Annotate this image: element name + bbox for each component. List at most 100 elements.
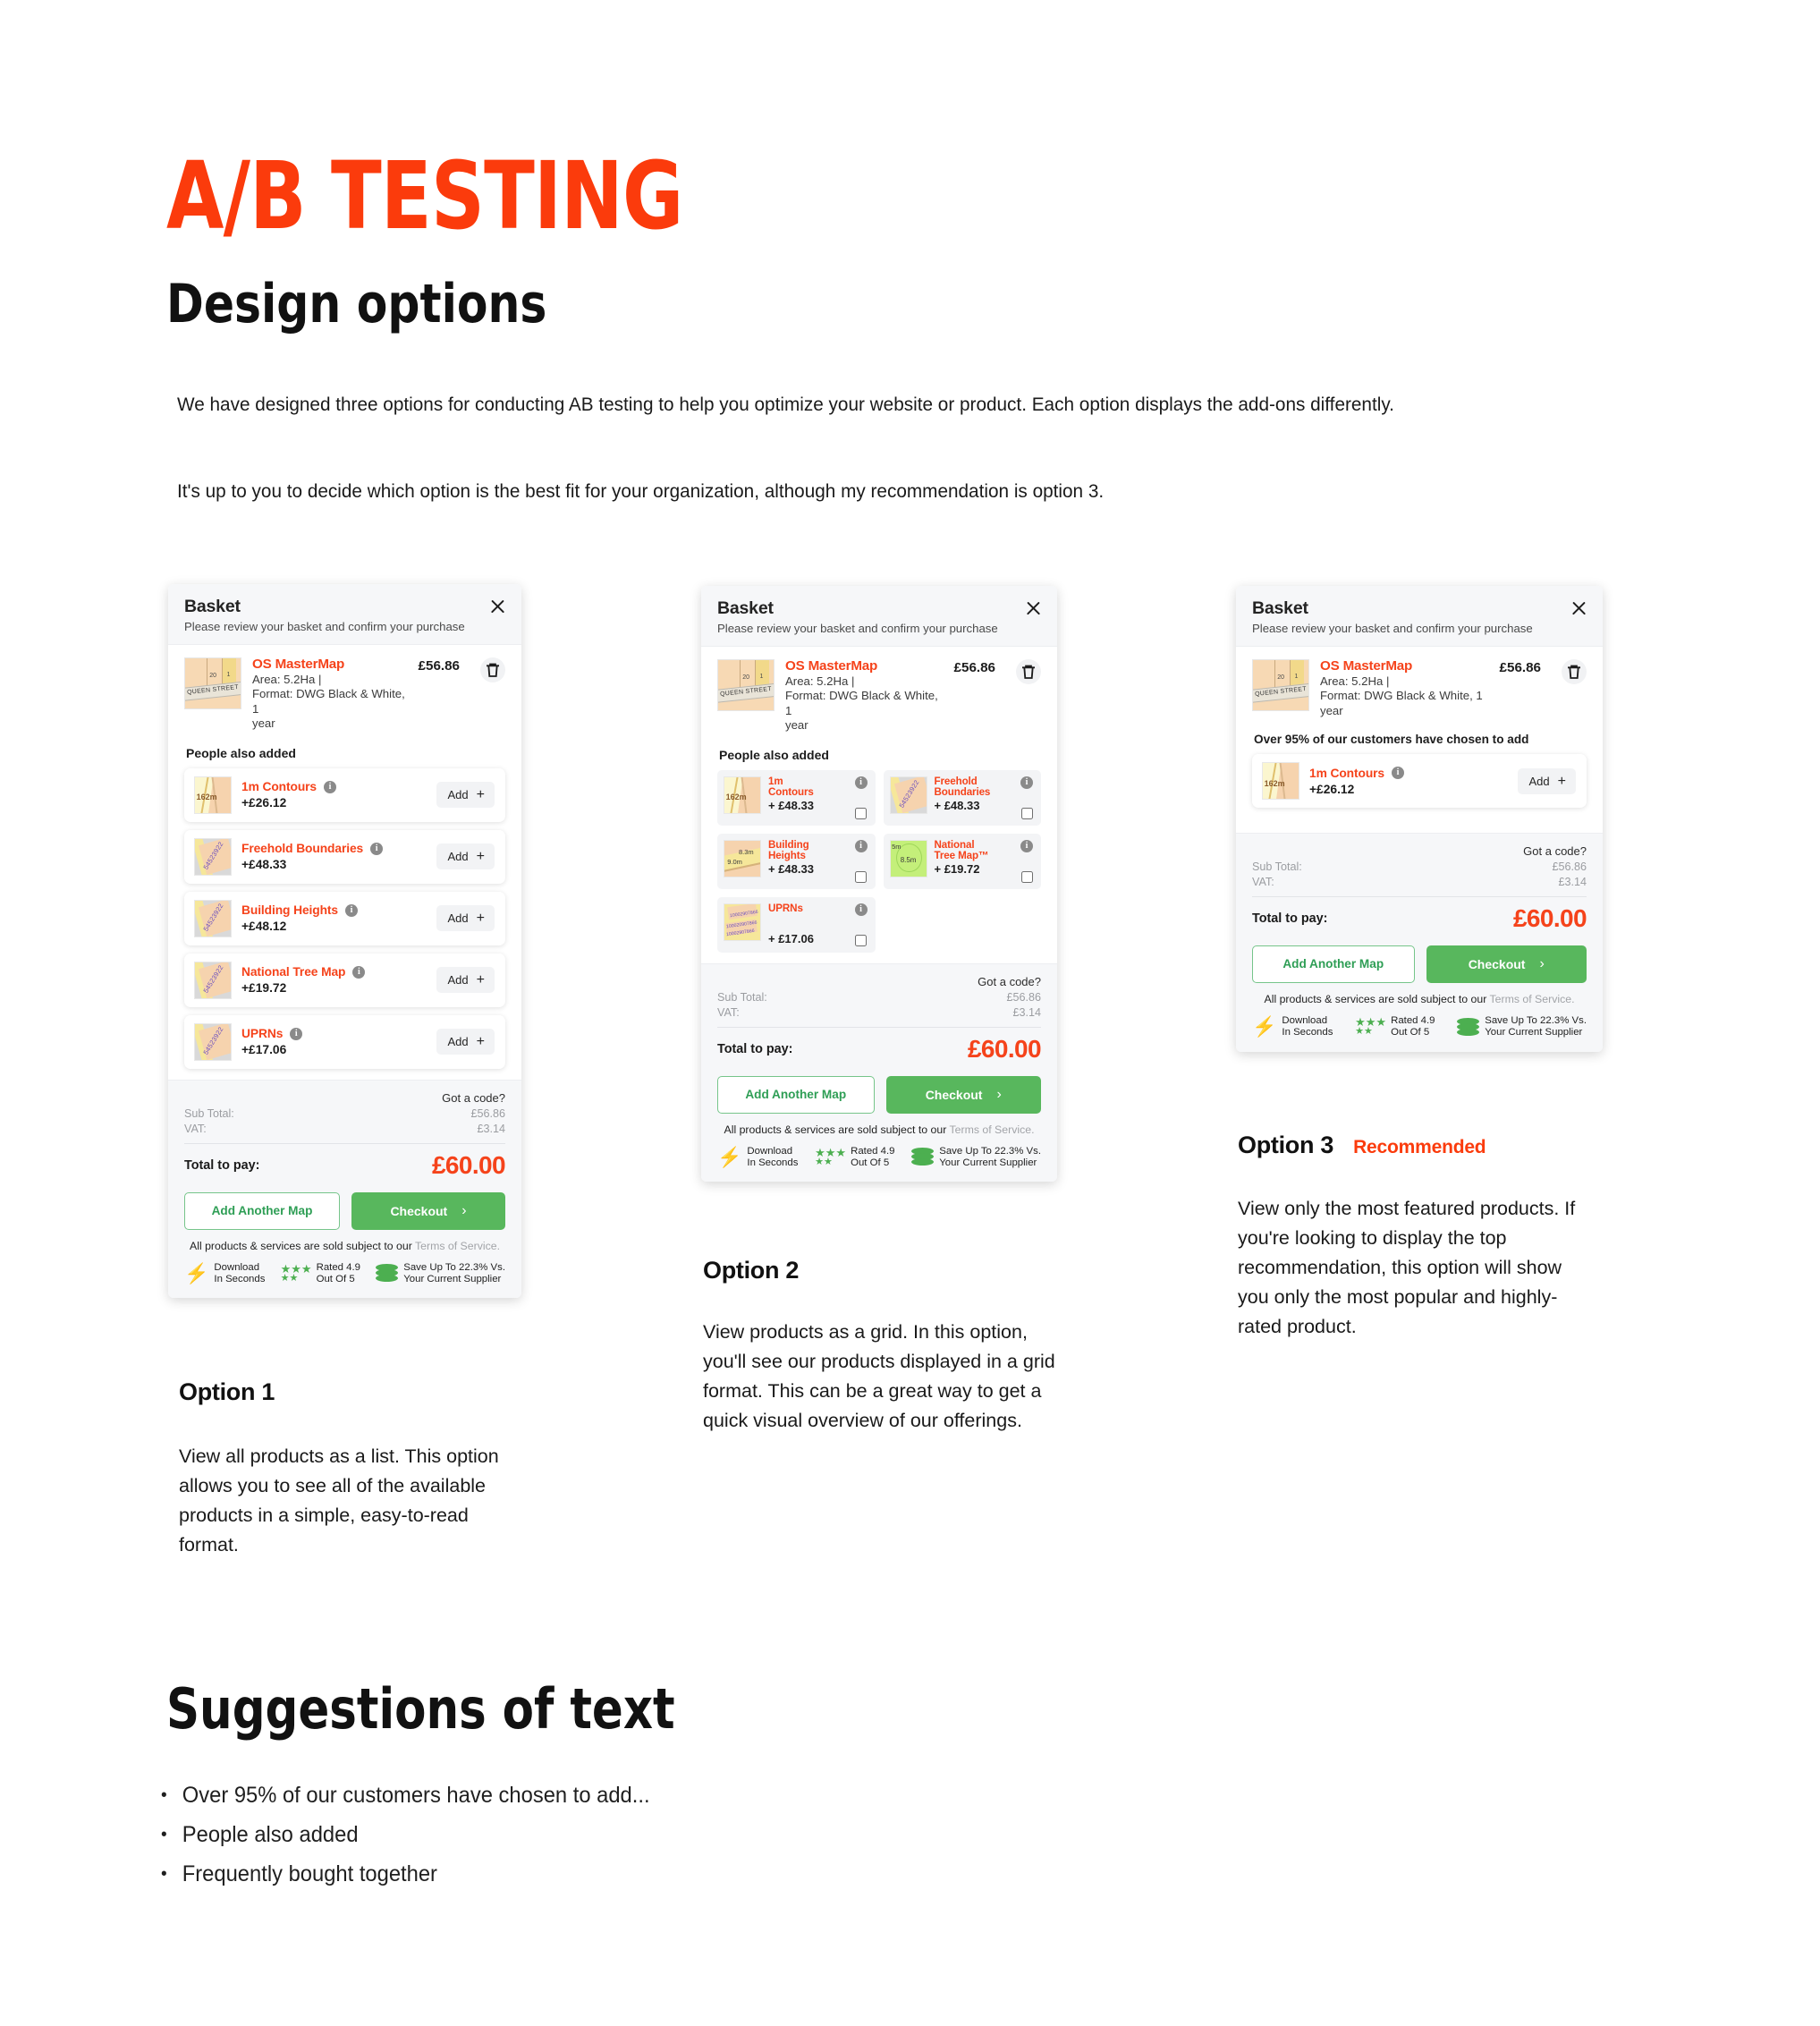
grid-item[interactable]: 162m 1m Contours + £48.33 i — [717, 769, 876, 826]
terms-link[interactable]: Terms of Service. — [415, 1240, 500, 1252]
info-icon[interactable]: i — [370, 842, 384, 855]
info-icon[interactable]: i — [290, 1027, 303, 1040]
addon-price: +£26.12 — [1309, 782, 1355, 796]
product-name[interactable]: OS MasterMap — [785, 658, 944, 674]
basket-title: Basket — [1252, 598, 1308, 618]
product-name[interactable]: OS MasterMap — [1320, 658, 1489, 674]
checkout-button[interactable]: Checkout › — [885, 1075, 1041, 1114]
addon-grid: 162m 1m Contours + £48.33 i 54523922 Fre… — [717, 769, 1041, 953]
trust-line-1: Download — [214, 1261, 260, 1273]
trust-line-2: Your Current Supplier — [939, 1157, 1037, 1168]
addons-section-label: People also added — [719, 747, 829, 762]
info-icon[interactable]: i — [854, 839, 868, 852]
checkbox-unchecked-icon[interactable] — [1020, 807, 1033, 819]
info-icon[interactable]: i — [324, 780, 336, 793]
product-meta-3: year — [1320, 703, 1343, 717]
vat-label: VAT: — [1252, 876, 1274, 888]
product-thumbnail: 8.3m 9.0m — [724, 839, 761, 877]
add-button[interactable]: Add + — [436, 905, 495, 931]
product-meta-2: Format: DWG Black & White, 1 — [1320, 689, 1483, 702]
terms-text: All products & services are sold subject… — [1252, 993, 1587, 1005]
trust-line-1: Download — [747, 1145, 793, 1157]
addon-price: + £48.33 — [768, 798, 814, 812]
option-1-description: View all products as a list. This option… — [179, 1445, 499, 1556]
terms-link[interactable]: Terms of Service. — [1490, 993, 1575, 1005]
add-button[interactable]: Add + — [436, 1029, 495, 1055]
thumb-number-2: 1 — [1294, 673, 1299, 680]
divider — [184, 1142, 505, 1144]
list-item[interactable]: 54523922 UPRNs i +£17.06 Add + — [184, 1014, 505, 1069]
lightning-bolt-icon: ⚡ — [184, 1261, 209, 1284]
got-a-code-link[interactable]: Got a code? — [1252, 844, 1587, 858]
product-thumbnail: 162m — [194, 776, 232, 814]
close-icon[interactable] — [1025, 599, 1042, 616]
plus-icon: + — [476, 1034, 485, 1049]
card-body: 20 1 QUEEN STREET OS MasterMap Area: 5.2… — [168, 645, 521, 1080]
grid-item[interactable]: 5m 8.5m National Tree Map™ + £19.72 i — [883, 833, 1041, 889]
list-item[interactable]: 54523922 Freehold Boundaries i +£48.33 A… — [184, 829, 505, 884]
addon-name-line-2: Boundaries — [934, 786, 991, 799]
list-item[interactable]: 54523922 Building Heights i +£48.12 Add … — [184, 891, 505, 945]
add-another-map-button[interactable]: Add Another Map — [184, 1191, 340, 1230]
card-body: 20 1 QUEEN STREET OS MasterMap Area: 5.2… — [701, 647, 1057, 963]
recommended-badge: Recommended — [1353, 1137, 1486, 1157]
option-1-caption-header: Option 1 — [179, 1378, 275, 1406]
add-another-map-button[interactable]: Add Another Map — [1252, 945, 1415, 983]
trust-line-1: Rated 4.9 — [851, 1145, 895, 1157]
info-icon[interactable]: i — [854, 776, 868, 789]
addon-price: +£19.72 — [241, 981, 287, 995]
close-icon[interactable] — [1570, 599, 1587, 616]
add-button[interactable]: Add + — [1517, 767, 1576, 794]
addon-list: 162m 1m Contours i +£26.12 Add + — [184, 767, 505, 1069]
info-icon[interactable]: i — [1020, 776, 1033, 789]
trust-badge: Save Up To 22.3% Vs. Your Current Supplie… — [911, 1146, 1041, 1170]
subtotal-label: Sub Total: — [184, 1106, 234, 1120]
checkbox-unchecked-icon[interactable] — [1020, 870, 1033, 883]
checkout-button[interactable]: Checkout › — [351, 1191, 505, 1230]
grid-item[interactable]: 54523922 Freehold Boundaries + £48.33 i — [883, 769, 1041, 826]
info-icon[interactable]: i — [854, 903, 868, 916]
product-name[interactable]: OS MasterMap — [252, 657, 408, 673]
checkbox-unchecked-icon[interactable] — [855, 807, 867, 819]
grid-item[interactable]: 10002907866 100020907866 10002907866 UPR… — [717, 896, 876, 953]
add-button[interactable]: Add + — [436, 967, 495, 993]
trash-icon[interactable] — [1562, 659, 1587, 684]
list-item[interactable]: 162m 1m Contours i +£26.12 Add + — [184, 767, 505, 822]
suggestion-text: People also added — [182, 1822, 359, 1847]
list-item[interactable]: 54523922 National Tree Map i +£19.72 Add… — [184, 953, 505, 1007]
add-button-label: Add — [447, 973, 469, 987]
got-a-code-link[interactable]: Got a code? — [717, 975, 1041, 988]
product-thumbnail: 54523922 — [889, 776, 927, 814]
grid-item[interactable]: 8.3m 9.0m Building Heights + £48.33 i — [717, 833, 876, 889]
product-meta-2: Format: DWG Black & White, 1 — [252, 687, 405, 716]
add-button[interactable]: Add + — [436, 782, 495, 808]
product-meta-3: year — [252, 716, 275, 730]
add-button[interactable]: Add + — [436, 843, 495, 869]
trust-badge: ★★★ ★★ Rated 4.9 Out Of 5 — [1355, 1015, 1435, 1039]
checkout-button[interactable]: Checkout › — [1426, 945, 1587, 983]
product-meta-1: Area: 5.2Ha | — [785, 674, 855, 688]
list-item[interactable]: 162m 1m Contours i +£26.12 Add + — [1252, 754, 1587, 808]
trash-icon[interactable] — [480, 657, 505, 682]
thumb-label: 8.5m — [900, 856, 917, 865]
info-icon[interactable]: i — [1020, 839, 1033, 852]
add-button-label: Add — [447, 911, 469, 925]
info-icon[interactable]: i — [1392, 767, 1404, 779]
list-item: • People also added — [161, 1815, 650, 1854]
basket-card-option-3: Basket Please review your basket and con… — [1236, 586, 1603, 1052]
card-header: Basket Please review your basket and con… — [1236, 586, 1603, 647]
poster-page: A/B TESTING Design options We have desig… — [0, 0, 1820, 2026]
terms-link[interactable]: Terms of Service. — [950, 1123, 1035, 1136]
checkbox-unchecked-icon[interactable] — [855, 934, 867, 946]
info-icon[interactable]: i — [352, 965, 366, 979]
add-another-map-button[interactable]: Add Another Map — [717, 1075, 875, 1114]
checkbox-unchecked-icon[interactable] — [855, 870, 867, 883]
close-icon[interactable] — [489, 598, 506, 615]
terms-prefix: All products & services are sold subject… — [1264, 993, 1490, 1005]
thumb-number-1: 20 — [209, 672, 217, 679]
info-icon[interactable]: i — [345, 903, 359, 917]
trust-line-2: Out Of 5 — [851, 1157, 890, 1168]
thumb-label: 162m — [196, 793, 217, 802]
got-a-code-link[interactable]: Got a code? — [184, 1091, 505, 1105]
trash-icon[interactable] — [1016, 659, 1041, 684]
